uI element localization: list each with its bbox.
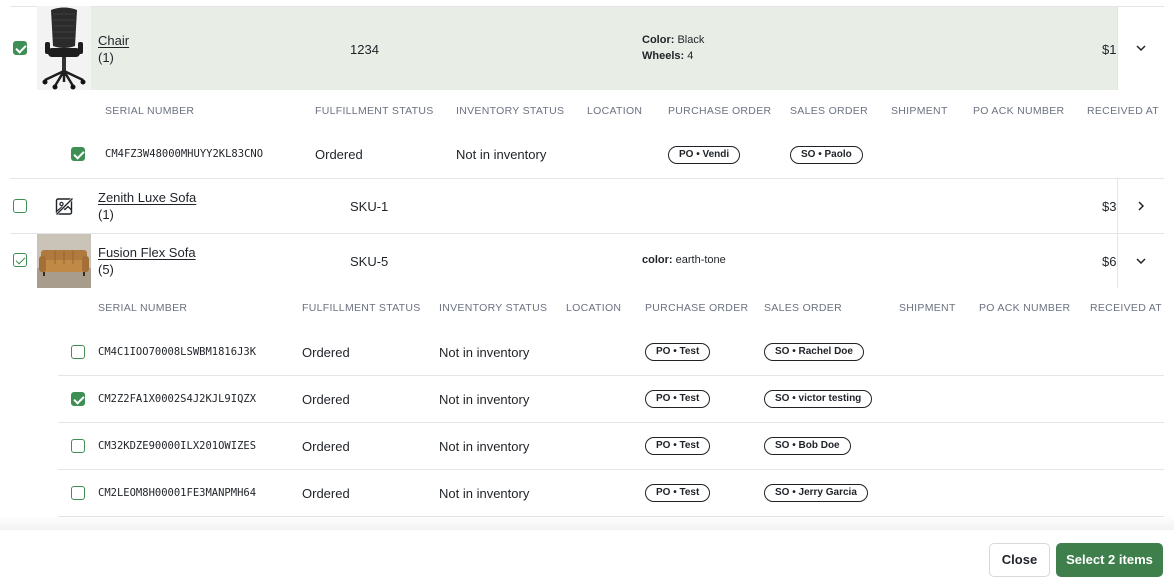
sales-order-badge[interactable]: SO • Rachel Doe bbox=[764, 343, 864, 361]
serial-number: CM4C1IOO70008LSWBM1816J3K bbox=[98, 346, 257, 358]
image-placeholder-icon bbox=[55, 197, 74, 216]
serial-checkbox[interactable] bbox=[71, 345, 85, 359]
fulfillment-status: Ordered bbox=[315, 147, 363, 162]
row-highlight bbox=[37, 6, 1117, 90]
header-shipment: SHIPMENT bbox=[891, 105, 948, 117]
purchase-order-badge[interactable]: PO • Test bbox=[645, 343, 711, 361]
header-serial-number: SERIAL NUMBER bbox=[98, 302, 188, 314]
header-purchase-order: PURCHASE ORDER bbox=[668, 105, 772, 117]
product-attribute-wheels: Wheels: 4 bbox=[642, 50, 694, 62]
header-sales-order: SALES ORDER bbox=[764, 302, 842, 314]
product-sku: SKU-5 bbox=[350, 254, 389, 269]
purchase-order-badge[interactable]: PO • Vendi bbox=[668, 146, 741, 164]
select-items-button[interactable]: Select 2 items bbox=[1056, 543, 1163, 577]
header-po-ack-number: PO ACK NUMBER bbox=[973, 105, 1065, 117]
inventory-status: Not in inventory bbox=[456, 147, 547, 162]
inventory-status: Not in inventory bbox=[439, 439, 530, 454]
fulfillment-status: Ordered bbox=[302, 439, 350, 454]
serial-number: CM2LEOM8H00001FE3MANPMH64 bbox=[98, 487, 257, 499]
product-quantity: (1) bbox=[98, 50, 114, 65]
product-sku: SKU-1 bbox=[350, 199, 389, 214]
serial-checkbox[interactable] bbox=[71, 392, 85, 406]
serial-number: CM4FZ3W48000MHUYY2KL83CNO bbox=[105, 148, 264, 160]
header-sales-order: SALES ORDER bbox=[790, 105, 868, 117]
chevron-down-icon bbox=[1136, 258, 1146, 265]
row-divider bbox=[58, 469, 1164, 470]
inventory-status: Not in inventory bbox=[439, 345, 530, 360]
row-divider bbox=[10, 178, 1164, 179]
header-shipment: SHIPMENT bbox=[899, 302, 956, 314]
serial-checkbox[interactable] bbox=[71, 486, 85, 500]
close-button[interactable]: Close bbox=[989, 543, 1050, 577]
header-received-at: RECEIVED AT bbox=[1087, 105, 1159, 117]
purchase-order-badge[interactable]: PO • Test bbox=[645, 484, 711, 502]
product-attribute-color: color: earth-tone bbox=[642, 254, 726, 266]
header-purchase-order: PURCHASE ORDER bbox=[645, 302, 749, 314]
sales-order-badge[interactable]: SO • Jerry Garcia bbox=[764, 484, 868, 502]
product-price: $1 bbox=[1102, 42, 1117, 57]
header-location: LOCATION bbox=[566, 302, 622, 314]
row-divider bbox=[58, 375, 1164, 376]
purchase-order-badge[interactable]: PO • Test bbox=[645, 437, 711, 455]
product-name-link[interactable]: Zenith Luxe Sofa bbox=[98, 190, 196, 205]
expand-toggle[interactable] bbox=[1117, 179, 1163, 233]
header-location: LOCATION bbox=[587, 105, 643, 117]
top-border bbox=[10, 6, 1164, 7]
product-quantity: (1) bbox=[98, 207, 114, 222]
chair-image bbox=[37, 6, 91, 90]
serial-checkbox[interactable] bbox=[71, 439, 85, 453]
inventory-status: Not in inventory bbox=[439, 392, 530, 407]
product-name-link[interactable]: Chair bbox=[98, 33, 129, 48]
product-price: $6 bbox=[1102, 254, 1117, 269]
product-attribute-color: Color: Black bbox=[642, 34, 705, 46]
serial-number: CM2Z2FA1X0002S4J2KJL9IQZX bbox=[98, 393, 257, 405]
serial-checkbox[interactable] bbox=[71, 147, 85, 161]
chevron-right-icon bbox=[1138, 201, 1145, 211]
product-name-link[interactable]: Fusion Flex Sofa bbox=[98, 245, 196, 260]
collapse-toggle[interactable] bbox=[1117, 234, 1163, 288]
header-po-ack-number: PO ACK NUMBER bbox=[979, 302, 1071, 314]
product-checkbox[interactable] bbox=[13, 253, 27, 267]
fulfillment-status: Ordered bbox=[302, 392, 350, 407]
serial-number: CM32KDZE90000ILX201OWIZES bbox=[98, 440, 257, 452]
purchase-order-badge[interactable]: PO • Test bbox=[645, 390, 711, 408]
header-fulfillment-status: FULFILLMENT STATUS bbox=[315, 105, 434, 117]
sales-order-badge[interactable]: SO • Paolo bbox=[790, 146, 863, 164]
product-quantity: (5) bbox=[98, 262, 114, 277]
sales-order-badge[interactable]: SO • Bob Doe bbox=[764, 437, 851, 455]
fulfillment-status: Ordered bbox=[302, 345, 350, 360]
header-serial-number: SERIAL NUMBER bbox=[105, 105, 195, 117]
sales-order-badge[interactable]: SO • victor testing bbox=[764, 390, 873, 408]
product-price: $3 bbox=[1102, 199, 1117, 214]
product-checkbox[interactable] bbox=[13, 199, 27, 213]
header-inventory-status: INVENTORY STATUS bbox=[456, 105, 565, 117]
fulfillment-status: Ordered bbox=[302, 486, 350, 501]
inventory-status: Not in inventory bbox=[439, 486, 530, 501]
header-received-at: RECEIVED AT bbox=[1090, 302, 1162, 314]
sofa-image bbox=[37, 234, 91, 288]
row-divider bbox=[10, 233, 1164, 234]
product-sku: 1234 bbox=[350, 42, 379, 57]
product-checkbox[interactable] bbox=[13, 41, 27, 55]
header-fulfillment-status: FULFILLMENT STATUS bbox=[302, 302, 421, 314]
chevron-down-icon bbox=[1136, 45, 1146, 52]
collapse-toggle[interactable] bbox=[1117, 6, 1163, 90]
header-inventory-status: INVENTORY STATUS bbox=[439, 302, 548, 314]
row-divider bbox=[58, 422, 1164, 423]
